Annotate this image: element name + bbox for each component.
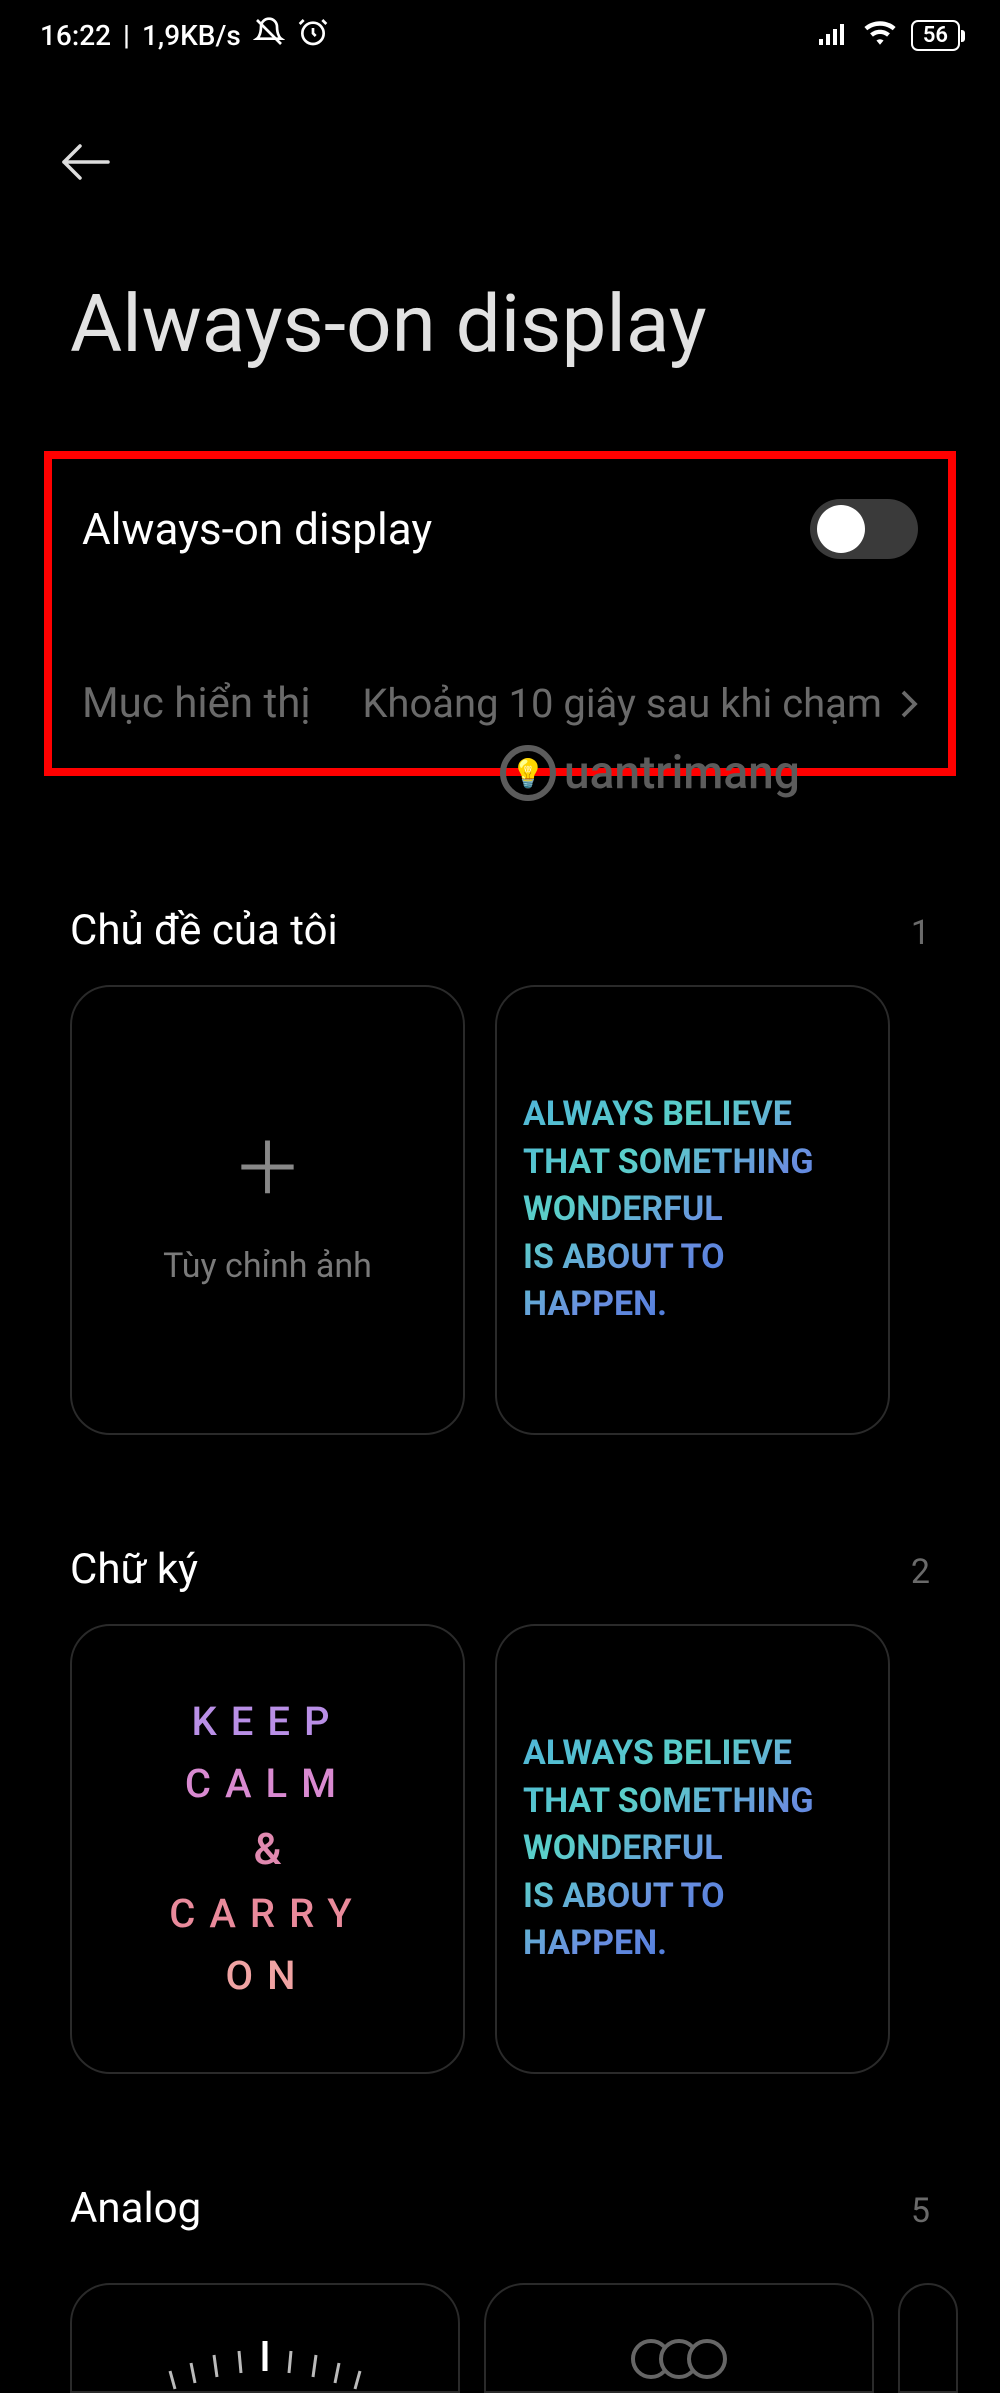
display-option-row[interactable]: Mục hiển thị Khoảng 10 giây sau khi chạm — [82, 679, 918, 728]
status-left: 16:22 | 1,9KB/s — [40, 16, 329, 55]
watermark: 💡 uantrimang — [500, 745, 800, 801]
card-custom-image[interactable]: ＋ Tùy chỉnh ảnh — [70, 985, 465, 1435]
chevron-right-icon — [900, 689, 918, 719]
status-speed: 1,9KB/s — [142, 19, 241, 52]
analog-card-2[interactable] — [484, 2283, 874, 2393]
section-mythemes-title: Chủ đề của tôi — [70, 906, 338, 955]
section-signature-count: 2 — [911, 1552, 930, 1592]
silent-icon — [253, 16, 285, 55]
battery-icon: 56 — [911, 20, 960, 51]
bulb-icon: 💡 — [500, 745, 556, 801]
aod-toggle-row[interactable]: Always-on display — [82, 499, 918, 559]
display-option-value: Khoảng 10 giây sau khi chạm — [362, 680, 918, 727]
status-right: 56 — [819, 19, 960, 52]
signal-icon — [819, 19, 849, 52]
clock-ticks-icon — [115, 2311, 415, 2391]
custom-image-label: Tùy chỉnh ảnh — [163, 1246, 372, 1286]
back-button[interactable] — [60, 137, 110, 187]
card-keepcalm[interactable]: KEEP CALM & CARRY ON — [70, 1624, 465, 2074]
aod-toggle-switch[interactable] — [810, 499, 918, 559]
keepcalm-text: KEEP CALM & CARRY ON — [169, 1691, 365, 2007]
status-bar: 16:22 | 1,9KB/s 56 — [0, 0, 1000, 67]
stacked-circles-icon — [631, 2339, 727, 2379]
analog-card-3[interactable] — [898, 2283, 958, 2393]
display-option-label: Mục hiển thị — [82, 679, 311, 728]
section-signature-title: Chữ ký — [70, 1545, 198, 1594]
believe-text: ALWAYS BELIEVE THAT SOMETHING WONDERFUL … — [521, 1091, 864, 1329]
believe-text-2: ALWAYS BELIEVE THAT SOMETHING WONDERFUL … — [521, 1730, 864, 1968]
card-believe-theme[interactable]: ALWAYS BELIEVE THAT SOMETHING WONDERFUL … — [495, 985, 890, 1435]
section-analog-count: 5 — [911, 2191, 930, 2231]
plus-icon: ＋ — [231, 1134, 303, 1206]
highlighted-settings: Always-on display Mục hiển thị Khoảng 10… — [44, 451, 956, 776]
wifi-icon — [863, 19, 897, 52]
analog-card-1[interactable] — [70, 2283, 460, 2393]
status-time: 16:22 — [40, 19, 111, 52]
section-analog-title: Analog — [70, 2184, 201, 2233]
alarm-icon — [297, 16, 329, 55]
aod-toggle-label: Always-on display — [82, 503, 432, 555]
page-title: Always-on display — [0, 187, 1000, 451]
section-mythemes-count: 1 — [911, 913, 930, 953]
card-believe-signature[interactable]: ALWAYS BELIEVE THAT SOMETHING WONDERFUL … — [495, 1624, 890, 2074]
